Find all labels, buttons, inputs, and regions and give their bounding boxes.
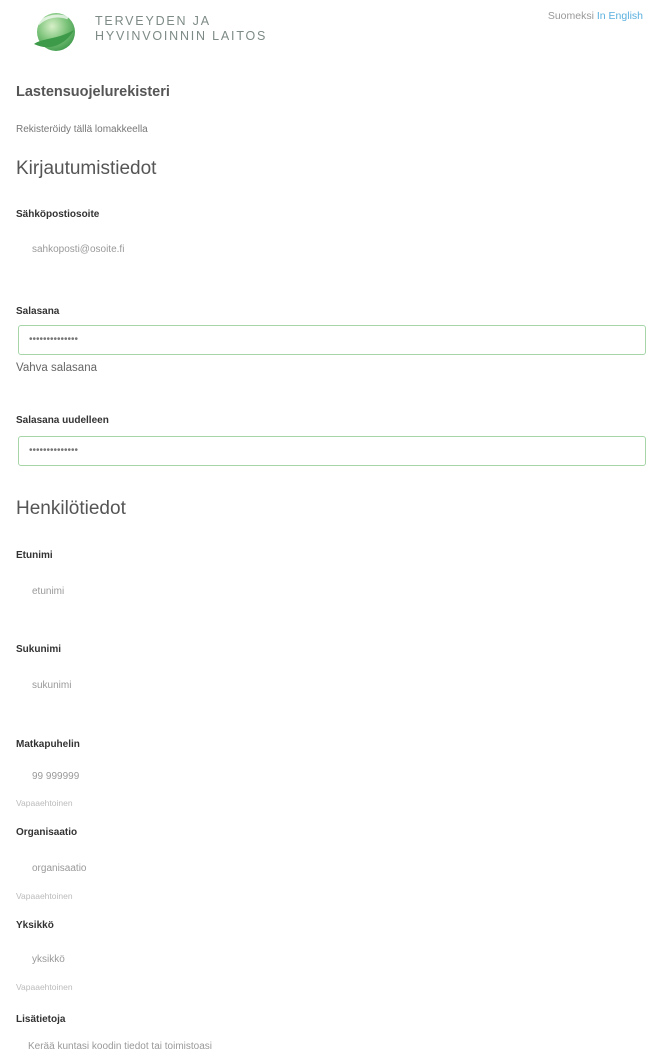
personal-section-title: Henkilötiedot [16,498,126,519]
lastname-field[interactable]: sukunimi [32,680,71,691]
organization-name-line2: HYVINVOINNIN LAITOS [95,29,268,43]
email-label: Sähköpostiosoite [16,209,100,220]
register-title: Lastensuojelurekisteri [16,84,170,100]
firstname-label: Etunimi [16,550,53,561]
thl-logo-icon [28,10,80,56]
email-field[interactable]: sahkoposti@osoite.fi [32,244,124,255]
page-header: TERVEYDEN JA HYVINVOINNIN LAITOS Suomeks… [0,0,649,70]
password-strength: Vahva salasana [16,362,97,374]
unit-field[interactable]: yksikkö [32,954,65,965]
password-repeat-label: Salasana uudelleen [16,415,109,426]
phone-help-text: Vapaaehtoinen [16,798,73,808]
organization-name-line1: TERVEYDEN JA [95,14,211,28]
organization-field[interactable]: organisaatio [32,863,86,874]
intro-text: Rekisteröidy tällä lomakkeella [16,124,148,135]
phone-field[interactable]: 99 999999 [32,771,79,782]
password-field[interactable]: •••••••••••••• [18,325,646,355]
unit-label: Yksikkö [16,920,54,931]
extra-info-field[interactable]: Kerää kuntasi koodin tiedot tai toimisto… [28,1041,212,1052]
language-english-link[interactable]: In English [597,10,643,22]
password-repeat-field[interactable]: •••••••••••••• [18,436,646,466]
firstname-field[interactable]: etunimi [32,586,64,597]
organization-label: Organisaatio [16,827,78,838]
language-switcher: Suomeksi In English [548,10,643,22]
language-current: Suomeksi [547,10,594,22]
login-section-title: Kirjautumistiedot [16,158,157,179]
lastname-label: Sukunimi [16,644,62,655]
unit-help-text: Vapaaehtoinen [16,982,73,992]
phone-label: Matkapuhelin [16,739,80,750]
organization-name: TERVEYDEN JA HYVINVOINNIN LAITOS [95,14,267,44]
organization-help-text: Vapaaehtoinen [16,891,73,901]
extra-info-label: Lisätietoja [16,1014,66,1025]
password-label: Salasana [16,306,60,317]
